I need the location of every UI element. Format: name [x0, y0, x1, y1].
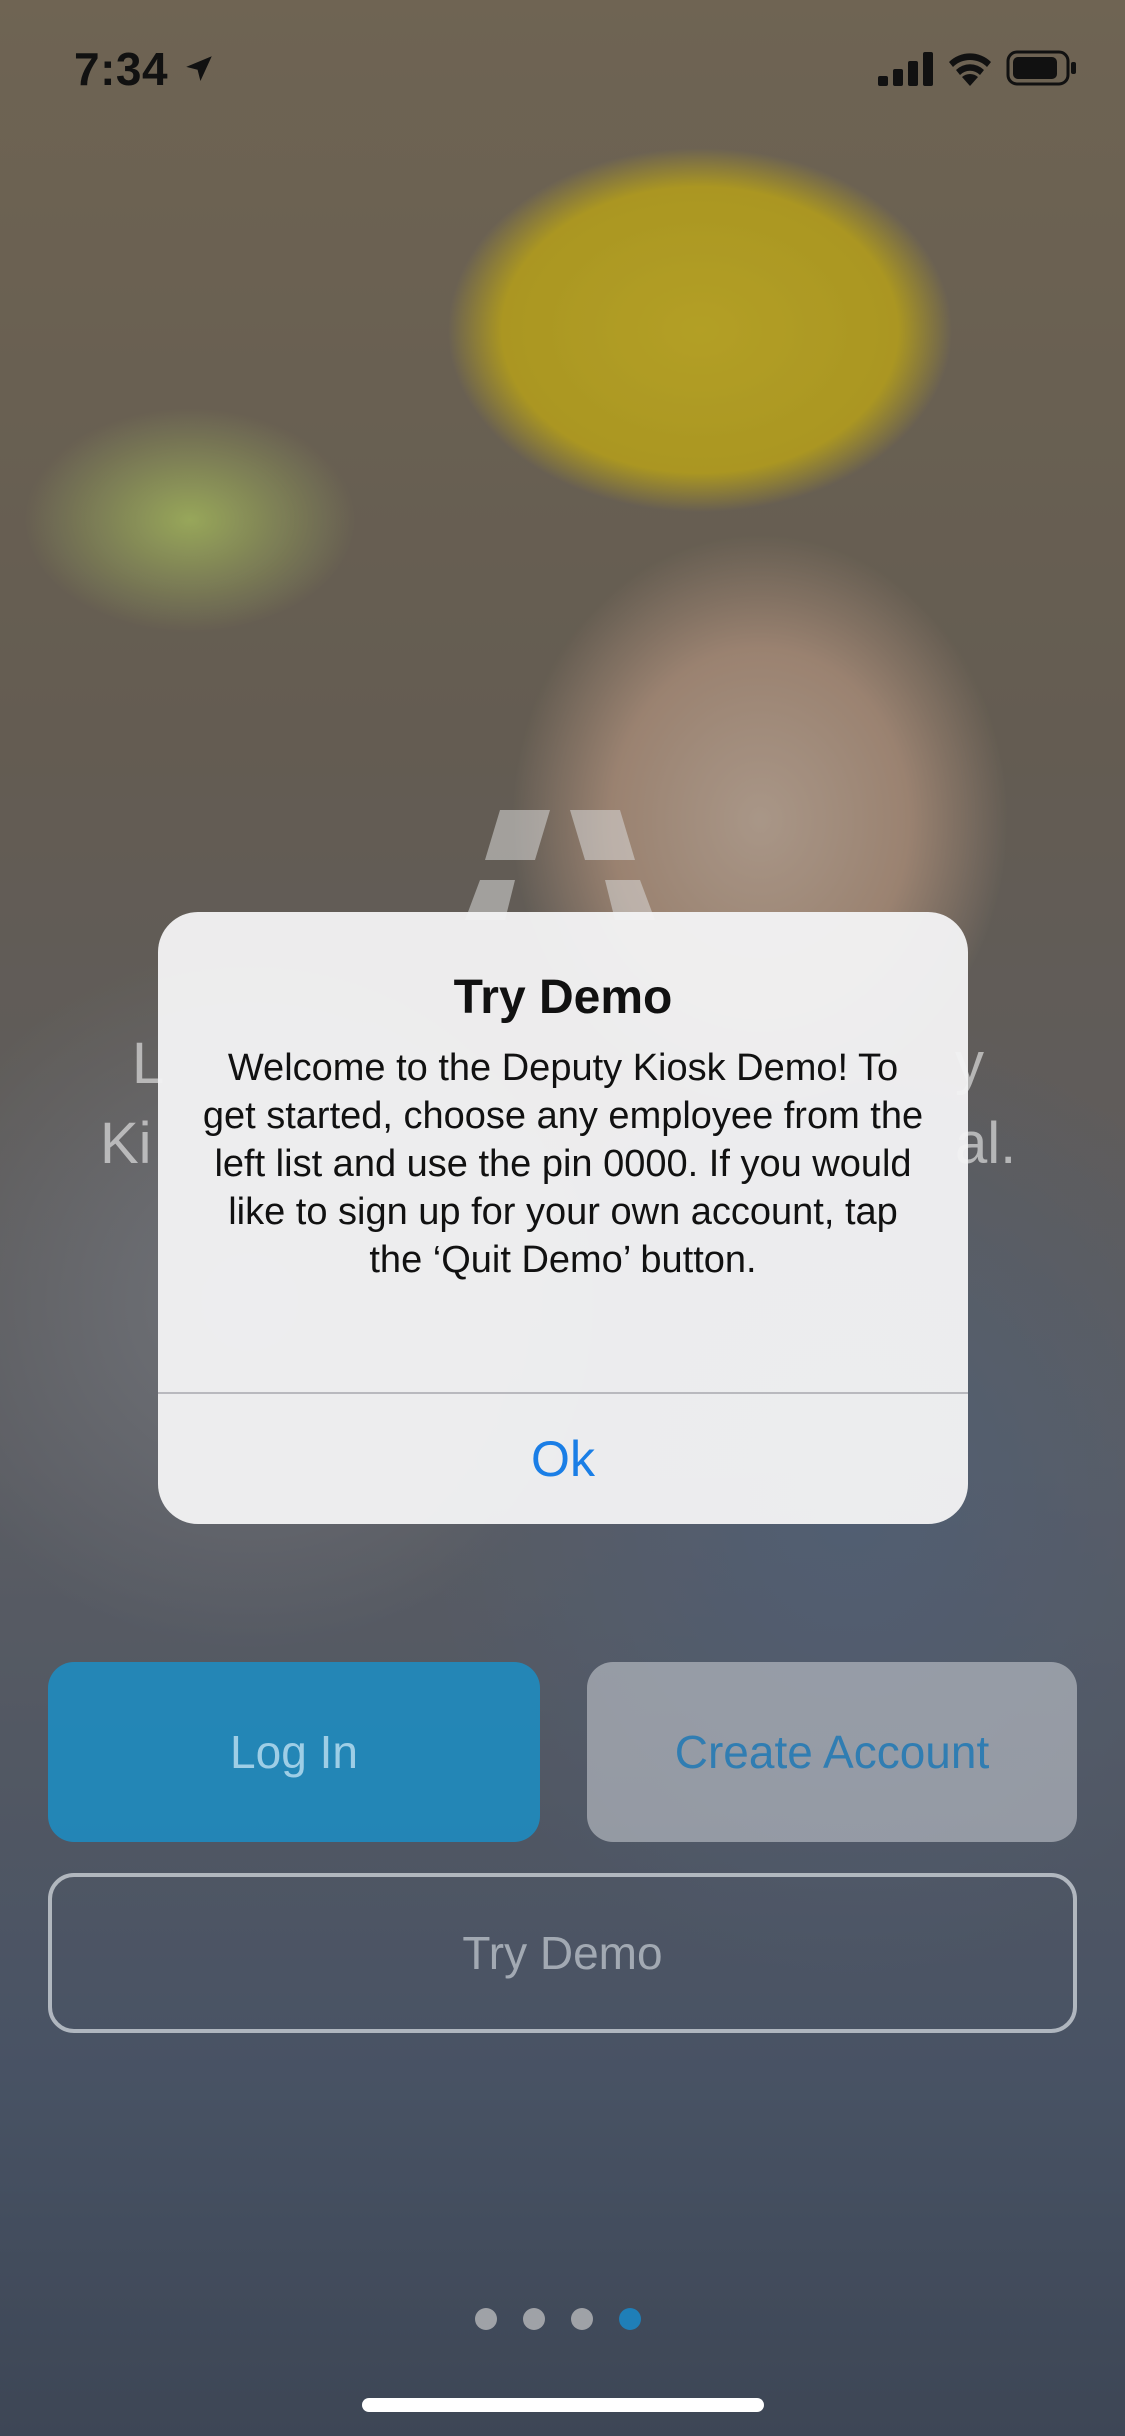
- cellular-signal-icon: [878, 52, 933, 86]
- status-bar: 7:34: [0, 0, 1125, 132]
- status-time: 7:34: [74, 43, 169, 95]
- alert-message: Welcome to the Deputy Kiosk Demo! To get…: [202, 1047, 924, 1281]
- page-dot-active[interactable]: [619, 2308, 641, 2330]
- location-arrow-icon: [186, 56, 212, 82]
- ok-button[interactable]: Ok: [158, 1394, 968, 1524]
- try-demo-button[interactable]: Try Demo: [48, 1873, 1077, 2033]
- alert-title: Try Demo: [453, 971, 673, 1024]
- try-demo-alert: Try Demo Welcome to the Deputy Kiosk Dem…: [158, 912, 968, 1524]
- login-button[interactable]: Log In: [48, 1662, 540, 1842]
- home-indicator[interactable]: [362, 2398, 764, 2412]
- battery-icon: [1006, 50, 1076, 86]
- wifi-icon: [949, 53, 991, 86]
- deputy-logo-icon: [465, 810, 655, 920]
- screen: 7:34 L Ki y al. Log In Create Account Tr…: [0, 0, 1125, 2436]
- background-text-fragment: Ki: [100, 1111, 152, 1176]
- page-indicator[interactable]: [475, 2308, 655, 2332]
- create-account-button[interactable]: Create Account: [587, 1662, 1077, 1842]
- page-dot[interactable]: [475, 2308, 497, 2330]
- page-dot[interactable]: [523, 2308, 545, 2330]
- page-dot[interactable]: [571, 2308, 593, 2330]
